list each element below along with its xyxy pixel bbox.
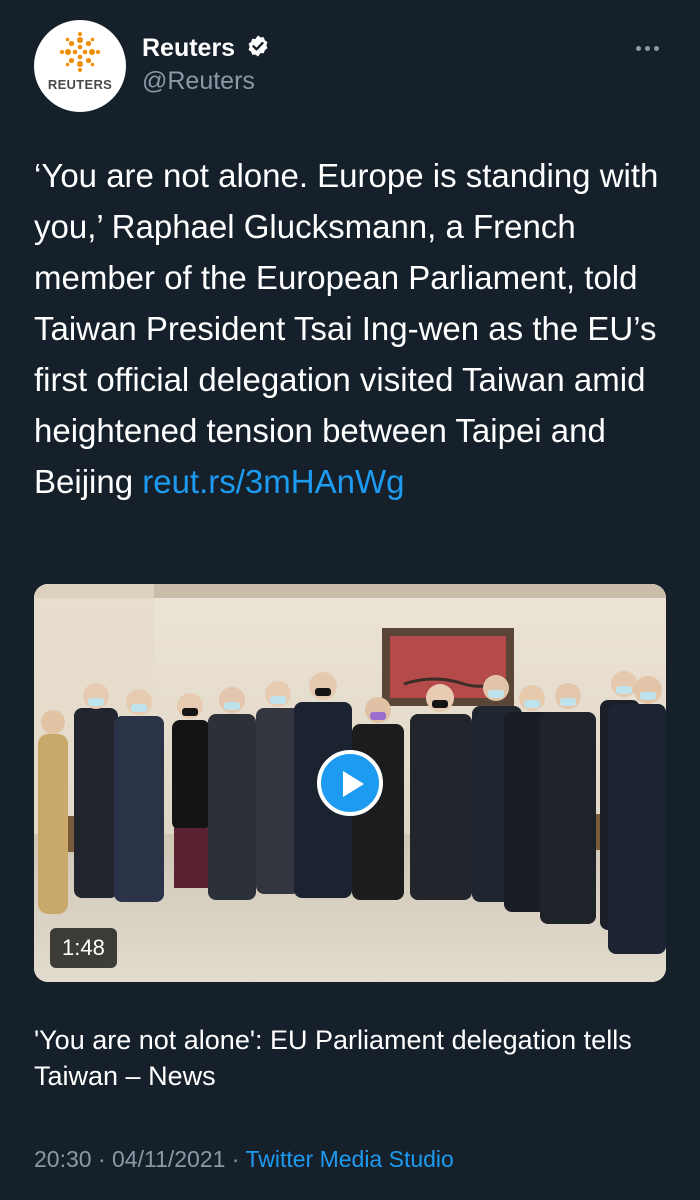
verified-badge-icon [246,34,270,63]
avatar[interactable]: REUTERS [34,20,126,112]
tweet-body: ‘You are not alone. Europe is standing w… [34,157,659,500]
tweet-text: ‘You are not alone. Europe is standing w… [34,150,674,507]
tweet-meta: 20:30 · 04/11/2021 · Twitter Media Studi… [34,1146,674,1173]
media-card-title[interactable]: 'You are not alone': EU Parliament deleg… [34,1022,674,1094]
tweet-header: REUTERS Reuters @Reuters [34,20,674,112]
display-name[interactable]: Reuters [142,34,235,63]
tweet-source[interactable]: Twitter Media Studio [245,1146,453,1172]
play-button[interactable] [317,750,383,816]
reuters-logo-icon [60,32,100,72]
video-duration: 1:48 [50,928,117,968]
more-horizontal-icon[interactable] [634,38,674,58]
avatar-wordmark: REUTERS [47,77,113,92]
tweet-date[interactable]: 04/11/2021 [112,1146,225,1172]
meta-separator: · [225,1146,246,1172]
video-thumbnail[interactable]: 1:48 [34,584,666,982]
user-handle[interactable]: @Reuters [142,67,270,96]
meta-separator: · [91,1146,113,1172]
play-icon [343,771,364,797]
tweet-link[interactable]: reut.rs/3mHAnWg [142,463,404,500]
author-block: Reuters @Reuters [142,34,270,96]
tweet-time[interactable]: 20:30 [34,1146,92,1172]
